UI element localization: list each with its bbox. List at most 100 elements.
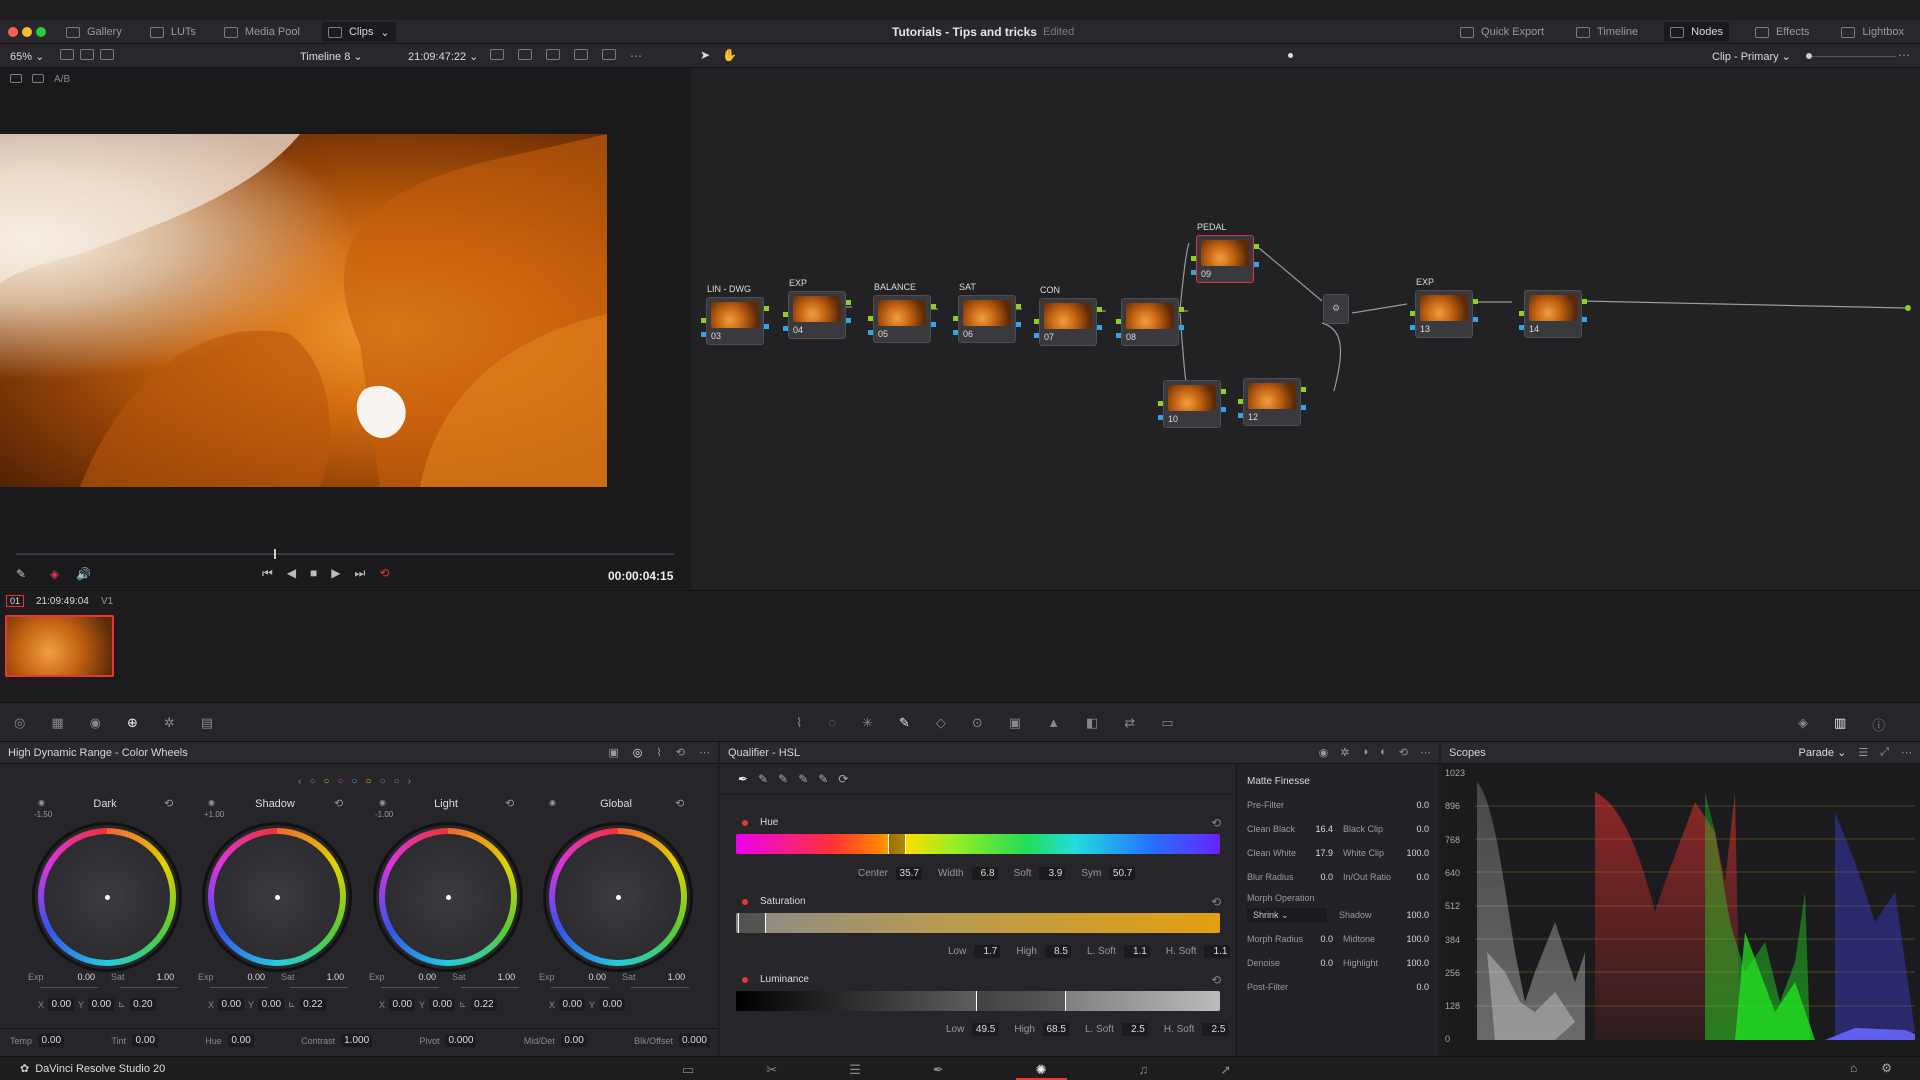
node-key-output-pin[interactable] — [931, 322, 936, 327]
wheel-center-handle[interactable] — [616, 895, 621, 900]
matte-param[interactable]: Clean White 17.9 — [1247, 848, 1333, 858]
saturation-range-handle[interactable] — [738, 913, 766, 933]
node-input-pin[interactable] — [1519, 311, 1524, 316]
hue-sym-field[interactable]: 50.7 — [1109, 867, 1136, 880]
sat-slider[interactable] — [631, 987, 689, 988]
node-10[interactable]: 10 — [1158, 380, 1226, 428]
node-key-input-pin[interactable] — [953, 330, 958, 335]
matte-param-value[interactable]: 17.9 — [1315, 848, 1333, 858]
clip-mode-select[interactable]: Clip - Primary ⌄ — [1712, 50, 1791, 63]
color-picker-icon[interactable] — [574, 49, 588, 60]
sat-value[interactable]: 1.00 — [498, 972, 516, 982]
feather-minus-icon[interactable]: ✎ — [798, 772, 808, 786]
node-key-input-pin[interactable] — [1116, 333, 1121, 338]
exp-value[interactable]: 0.00 — [248, 972, 266, 982]
node-key-output-pin[interactable] — [1016, 322, 1021, 327]
node-key-output-pin[interactable] — [1473, 317, 1478, 322]
sat-lsoft-field[interactable]: 1.1 — [1123, 945, 1150, 958]
tab-clips[interactable]: Clips ⌄ — [321, 22, 396, 42]
info-icon[interactable]: ⓘ — [1872, 715, 1885, 734]
node-key-output-pin[interactable] — [1582, 317, 1587, 322]
falloff-value-field[interactable]: 0.22 — [299, 998, 326, 1011]
saturation-bar[interactable] — [736, 913, 1220, 933]
picker-minus-icon[interactable]: ✎ — [758, 772, 768, 786]
post-filter-row[interactable]: Post-Filter 0.0 — [1247, 975, 1429, 999]
color-wheel[interactable] — [373, 822, 523, 972]
play-icon[interactable]: ▶ — [331, 566, 340, 581]
exp-slider[interactable] — [40, 987, 98, 988]
quick-export-button[interactable]: Quick Export — [1454, 22, 1550, 42]
node-06[interactable]: 06 SAT — [953, 282, 1021, 343]
3d-icon[interactable]: ▭ — [1161, 715, 1173, 731]
layer-mixer-node[interactable]: ⚙ — [1323, 294, 1349, 324]
x-value-field[interactable]: 0.00 — [389, 998, 416, 1011]
wheel-center-handle[interactable] — [275, 895, 280, 900]
node-key-output-pin[interactable] — [1254, 262, 1259, 267]
wipe-icon[interactable] — [32, 74, 44, 83]
node-12[interactable]: 12 — [1238, 378, 1306, 426]
qualifier-mode-3d-icon[interactable]: ✲ — [1340, 746, 1349, 759]
page-edit-icon[interactable]: ☰ — [849, 1062, 861, 1080]
luminance-reset-icon[interactable]: ⟲ — [1211, 973, 1221, 987]
hue-soft-field[interactable]: 3.9 — [1039, 867, 1066, 880]
transform-icon[interactable] — [546, 49, 560, 60]
qualifier-mode-lum-icon[interactable]: ◑ — [1361, 746, 1368, 759]
motion-effects-icon[interactable]: ▤ — [201, 715, 213, 731]
wheel-param-blk-offset[interactable]: Blk/Offset 0.000 — [634, 1034, 710, 1047]
node-08[interactable]: 08 — [1116, 298, 1184, 346]
matte-param[interactable]: Highlight 100.0 — [1343, 958, 1429, 968]
page-color-icon[interactable]: ✺ — [1015, 1062, 1067, 1080]
falloff-value-field[interactable]: 0.20 — [129, 998, 156, 1011]
qualifier-icon[interactable]: ✎ — [899, 715, 910, 731]
matte-param[interactable]: Midtone 100.0 — [1343, 934, 1429, 944]
node-key-input-pin[interactable] — [1410, 325, 1415, 330]
lum-lsoft-field[interactable]: 2.5 — [1121, 1023, 1148, 1036]
node-key-input-pin[interactable] — [868, 330, 873, 335]
wheel-param-temp[interactable]: Temp 0.00 — [10, 1034, 65, 1047]
matte-param-value[interactable]: 0.0 — [1416, 824, 1429, 834]
blur-icon[interactable]: ▲ — [1047, 715, 1060, 731]
matte-param-value[interactable]: 0.0 — [1416, 872, 1429, 882]
saturation-reset-icon[interactable]: ⟲ — [1211, 895, 1221, 909]
scope-more-icon[interactable]: ⋯ — [1901, 746, 1912, 759]
wheel-reset-icon[interactable]: ⟲ — [164, 797, 173, 810]
keyframes-icon[interactable]: ◈ — [1798, 715, 1808, 734]
scrubber-bar[interactable] — [16, 553, 674, 555]
wheel-reset-icon[interactable]: ⟲ — [334, 797, 343, 810]
y-value-field[interactable]: 0.00 — [429, 998, 456, 1011]
matte-param[interactable]: White Clip 100.0 — [1343, 848, 1429, 858]
page-fusion-icon[interactable]: ✒ — [933, 1062, 944, 1080]
home-icon[interactable]: ⌂ — [1850, 1061, 1857, 1075]
pager-next-icon[interactable]: › — [408, 776, 411, 787]
hue-center-field[interactable]: 35.7 — [896, 867, 923, 880]
matte-param-value[interactable]: 0.0 — [1320, 958, 1333, 968]
color-match-icon[interactable]: ▦ — [51, 715, 63, 731]
exp-value[interactable]: 0.00 — [78, 972, 96, 982]
rgb-mixer-icon[interactable]: ✲ — [164, 715, 175, 731]
exp-value[interactable]: 0.00 — [419, 972, 437, 982]
exp-slider[interactable] — [551, 987, 609, 988]
timeline-select[interactable]: Timeline 8 ⌄ — [300, 50, 363, 63]
wheel-center-handle[interactable] — [105, 895, 110, 900]
hue-bar[interactable] — [736, 834, 1220, 854]
node-output-pin[interactable] — [846, 300, 851, 305]
wheel-reset-icon[interactable]: ⟲ — [675, 797, 684, 810]
picker-icon[interactable]: ✒ — [738, 772, 748, 786]
reset-icon[interactable]: ⟲ — [676, 746, 685, 759]
settings-gear-icon[interactable]: ⚙ — [1881, 1061, 1892, 1075]
node-05[interactable]: 05 BALANCE — [868, 282, 936, 343]
hue-range-handle[interactable] — [888, 834, 906, 854]
saturation-enable-dot[interactable] — [742, 899, 748, 905]
close-window-button[interactable] — [8, 27, 18, 37]
qualifier-more-icon[interactable]: ⋯ — [1420, 746, 1431, 759]
sat-low-field[interactable]: 1.7 — [974, 945, 1001, 958]
qualifier-mode-rgb-icon[interactable]: ◉ — [1319, 746, 1329, 759]
sat-slider[interactable] — [290, 987, 348, 988]
page-cut-icon[interactable]: ✂ — [766, 1062, 777, 1080]
luminance-range-handle[interactable] — [976, 991, 1066, 1011]
playhead[interactable] — [274, 549, 276, 559]
node-key-input-pin[interactable] — [1238, 413, 1243, 418]
zone-icon[interactable]: ▣ — [608, 746, 618, 759]
wheel-pager[interactable]: ‹ ○ ○ ○ ○ ○ ○ ○ › — [298, 776, 411, 787]
param-value[interactable]: 0.000 — [678, 1034, 710, 1047]
